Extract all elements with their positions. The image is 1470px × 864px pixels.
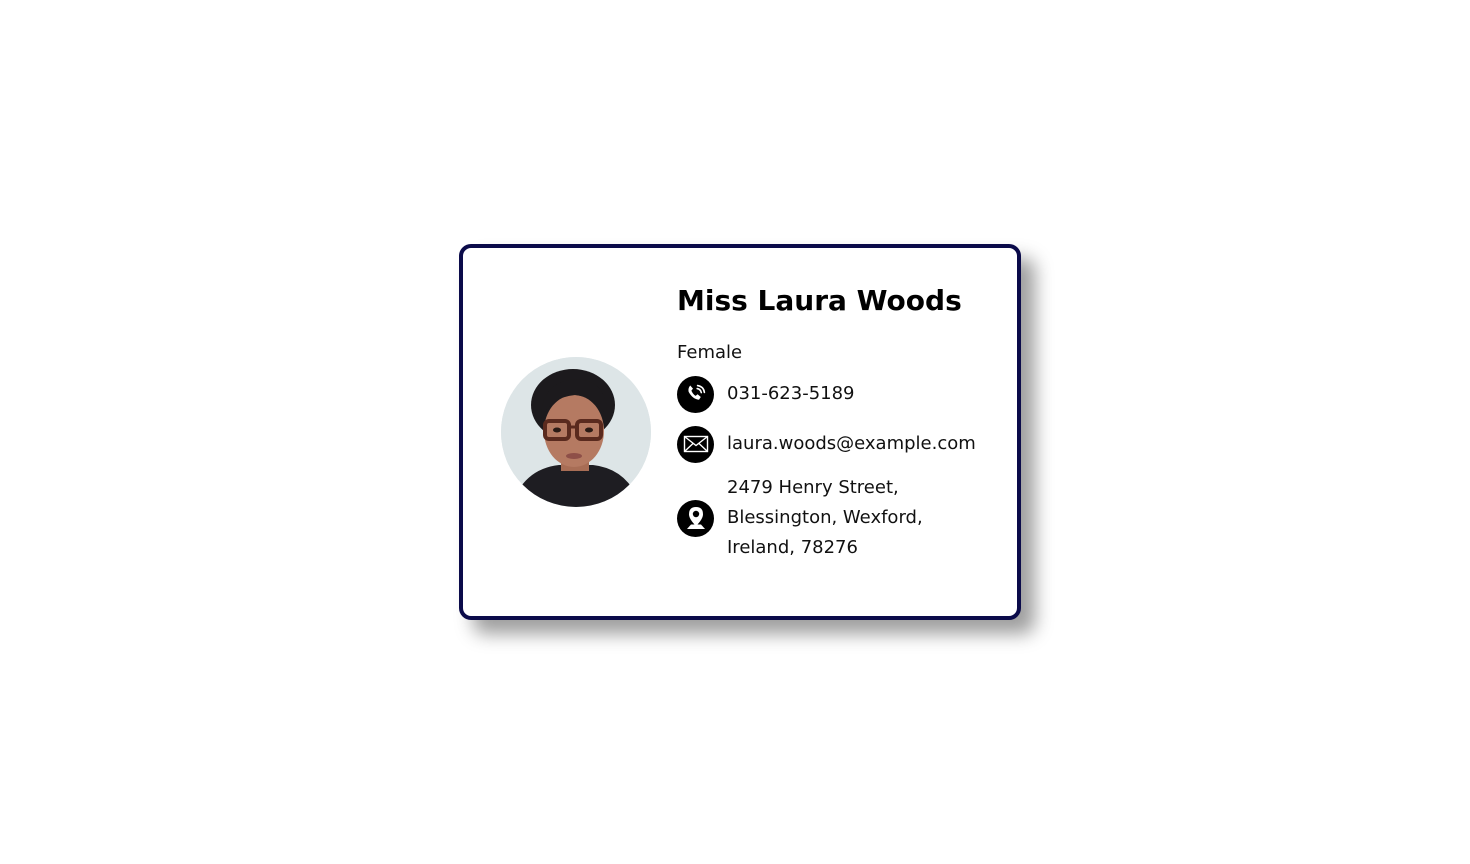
map-pin-icon	[677, 499, 714, 537]
profile-gender: Female	[677, 342, 743, 363]
email-address[interactable]: laura.woods@example.com	[727, 429, 976, 459]
profile-name: Miss Laura Woods	[677, 284, 962, 317]
profile-card: Miss Laura Woods Female 031-623-5189 lau…	[459, 244, 1021, 620]
address: 2479 Henry Street, Blessington, Wexford,…	[727, 473, 923, 563]
avatar	[501, 357, 651, 507]
profile-info: Miss Laura Woods Female 031-623-5189 lau…	[677, 284, 997, 563]
avatar-photo	[501, 357, 651, 507]
email-row: laura.woods@example.com	[677, 425, 997, 463]
page: Miss Laura Woods Female 031-623-5189 lau…	[0, 0, 1470, 864]
address-line-3: Ireland, 78276	[727, 537, 858, 558]
phone-number[interactable]: 031-623-5189	[727, 379, 855, 409]
phone-icon	[677, 375, 714, 413]
address-line-2: Blessington, Wexford,	[727, 507, 923, 528]
address-line-1: 2479 Henry Street,	[727, 477, 899, 498]
address-row: 2479 Henry Street, Blessington, Wexford,…	[677, 473, 997, 563]
envelope-icon	[677, 425, 714, 463]
phone-row: 031-623-5189	[677, 375, 997, 413]
